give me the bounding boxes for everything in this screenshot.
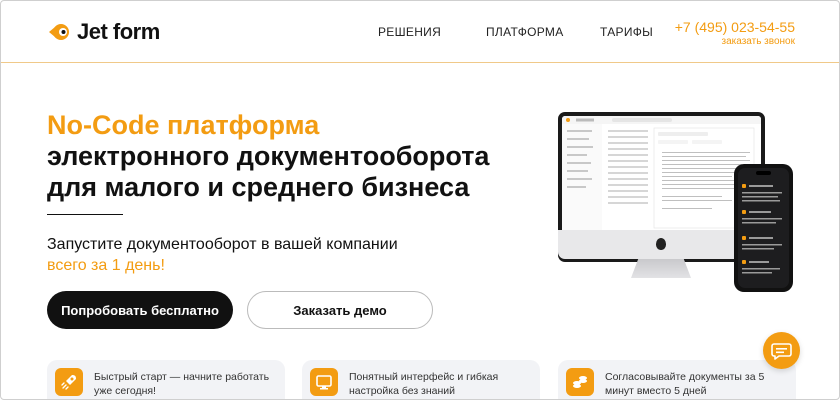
try-free-button[interactable]: Попробовать бесплатно [47, 291, 233, 329]
feature-text: Понятный интерфейс и гибкая настройка бе… [349, 371, 499, 397]
hero-subtitle-accent: всего за 1 день! [47, 257, 165, 274]
feature-text: Быстрый старт — начните работать уже сег… [94, 371, 270, 397]
order-demo-button[interactable]: Заказать демо [247, 291, 433, 329]
rocket-icon [55, 368, 83, 396]
monitor-stand [631, 259, 691, 278]
feature-text: Согласовывайте документы за 5 минут вмес… [605, 371, 765, 397]
hero-title-line-2: электронного документооборота [47, 141, 490, 171]
coins-icon [566, 368, 594, 396]
hero-title-accent: No-Code платформа [47, 110, 320, 140]
feature-card-interface: Понятный интерфейс и гибкая настройка бе… [302, 360, 540, 399]
chat-button[interactable] [763, 332, 800, 369]
feature-card-approval: Согласовывайте документы за 5 минут вмес… [558, 360, 796, 399]
nav-platform[interactable]: ПЛАТФОРМА [486, 25, 564, 39]
nav-pricing[interactable]: ТАРИФЫ [600, 25, 653, 39]
call-request-link[interactable]: заказать звонок [675, 36, 796, 47]
apple-logo-icon [656, 238, 666, 250]
chat-icon [763, 343, 800, 373]
phone-illustration [734, 164, 793, 292]
hero-title-line-3: для малого и среднего бизнеса [47, 172, 470, 202]
hero-divider [47, 214, 123, 215]
phone-link[interactable]: +7 (495) 023-54-55 [675, 19, 795, 35]
hero-title: No-Code платформа электронного документо… [47, 110, 489, 203]
interface-icon [310, 368, 338, 396]
feature-card-quick-start: Быстрый старт — начните работать уже сег… [47, 360, 285, 399]
contact-block: +7 (495) 023-54-55 заказать звонок [675, 19, 795, 47]
nav-solutions[interactable]: РЕШЕНИЯ [378, 25, 441, 39]
site-header: Jet form РЕШЕНИЯ ПЛАТФОРМА ТАРИФЫ +7 (49… [1, 1, 839, 63]
logo-text: Jet form [77, 19, 160, 44]
logo-icon [47, 20, 71, 44]
hero-subtitle: Запустите документооборот в вашей компан… [47, 234, 398, 276]
logo[interactable]: Jet form [47, 19, 160, 45]
hero-subtitle-line-1: Запустите документооборот в вашей компан… [47, 236, 398, 253]
phone-screen [738, 168, 789, 288]
page-frame: Jet form РЕШЕНИЯ ПЛАТФОРМА ТАРИФЫ +7 (49… [0, 0, 840, 400]
